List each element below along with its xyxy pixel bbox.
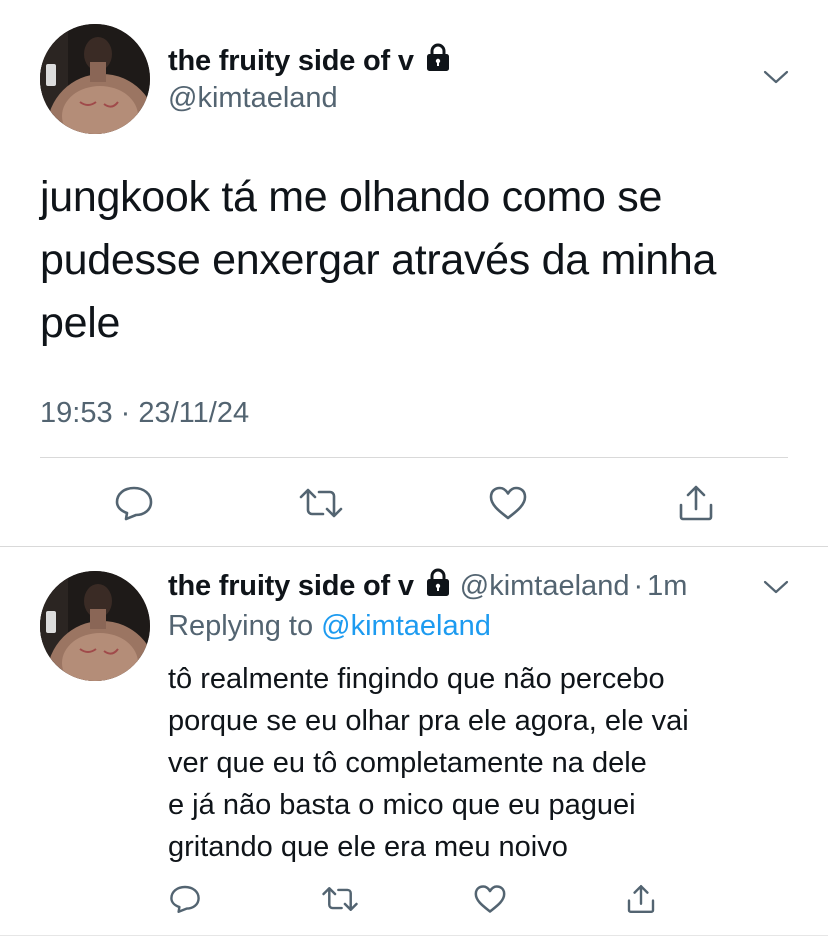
mention-link[interactable]: @kimtaeland bbox=[321, 610, 491, 642]
relative-time[interactable]: 1m bbox=[647, 570, 687, 603]
tweet-text-line: ver que eu tô completamente na dele bbox=[168, 747, 647, 779]
share-button[interactable] bbox=[625, 882, 657, 916]
display-name-text: the fruity side of v bbox=[168, 44, 414, 77]
retweet-button[interactable] bbox=[321, 885, 359, 913]
share-icon bbox=[679, 485, 713, 521]
reply-header: the fruity side of v @kimtaeland · 1m bbox=[168, 567, 768, 605]
like-button[interactable] bbox=[473, 884, 507, 914]
reply-button[interactable] bbox=[113, 484, 155, 522]
heart-icon bbox=[474, 885, 506, 913]
tweet-timestamp[interactable]: 19:53 · 23/11/24 bbox=[40, 397, 249, 430]
reply-icon bbox=[115, 486, 153, 521]
tweet-text-line: porque se eu olhar pra ele agora, ele va… bbox=[168, 705, 689, 737]
display-name[interactable]: the fruity side of v bbox=[168, 42, 452, 80]
like-button[interactable] bbox=[488, 485, 528, 521]
share-button[interactable] bbox=[676, 483, 716, 523]
tweet-text: jungkook tá me olhando como se pudesse e… bbox=[40, 173, 717, 347]
chevron-down-icon[interactable] bbox=[762, 66, 790, 88]
chevron-down-icon[interactable] bbox=[762, 576, 790, 598]
handle[interactable]: @kimtaeland bbox=[460, 570, 630, 603]
replying-to: Replying to @kimtaeland bbox=[168, 610, 491, 643]
main-tweet: the fruity side of v @kimtaeland jungkoo… bbox=[0, 0, 828, 547]
heart-icon bbox=[489, 486, 527, 520]
retweet-icon bbox=[299, 488, 343, 518]
tweet-thread: the fruity side of v @kimtaeland jungkoo… bbox=[0, 0, 828, 937]
replying-to-label: Replying to bbox=[168, 610, 314, 642]
separator: · bbox=[633, 569, 644, 602]
divider bbox=[40, 457, 788, 458]
tweet-text-line: gritando que ele era meu noivo bbox=[168, 831, 568, 863]
divider bbox=[0, 935, 828, 936]
lock-icon bbox=[424, 567, 452, 605]
avatar[interactable] bbox=[40, 571, 150, 681]
handle[interactable]: @kimtaeland bbox=[168, 82, 338, 115]
share-icon bbox=[627, 885, 655, 913]
retweet-icon bbox=[322, 887, 358, 911]
lock-icon bbox=[424, 42, 452, 80]
retweet-button[interactable] bbox=[298, 486, 344, 520]
avatar[interactable] bbox=[40, 24, 150, 134]
divider bbox=[0, 546, 828, 547]
avatar-photo bbox=[40, 571, 150, 681]
reply-icon bbox=[170, 885, 200, 914]
display-name[interactable]: the fruity side of v bbox=[168, 570, 414, 603]
reply-button[interactable] bbox=[168, 884, 202, 914]
avatar-photo bbox=[40, 24, 150, 134]
tweet-text-line: e já não basta o mico que eu paguei bbox=[168, 789, 636, 821]
tweet-text-line: tô realmente fingindo que não percebo bbox=[168, 663, 665, 695]
tweet-text: tô realmente fingindo que não percebo po… bbox=[168, 658, 808, 868]
